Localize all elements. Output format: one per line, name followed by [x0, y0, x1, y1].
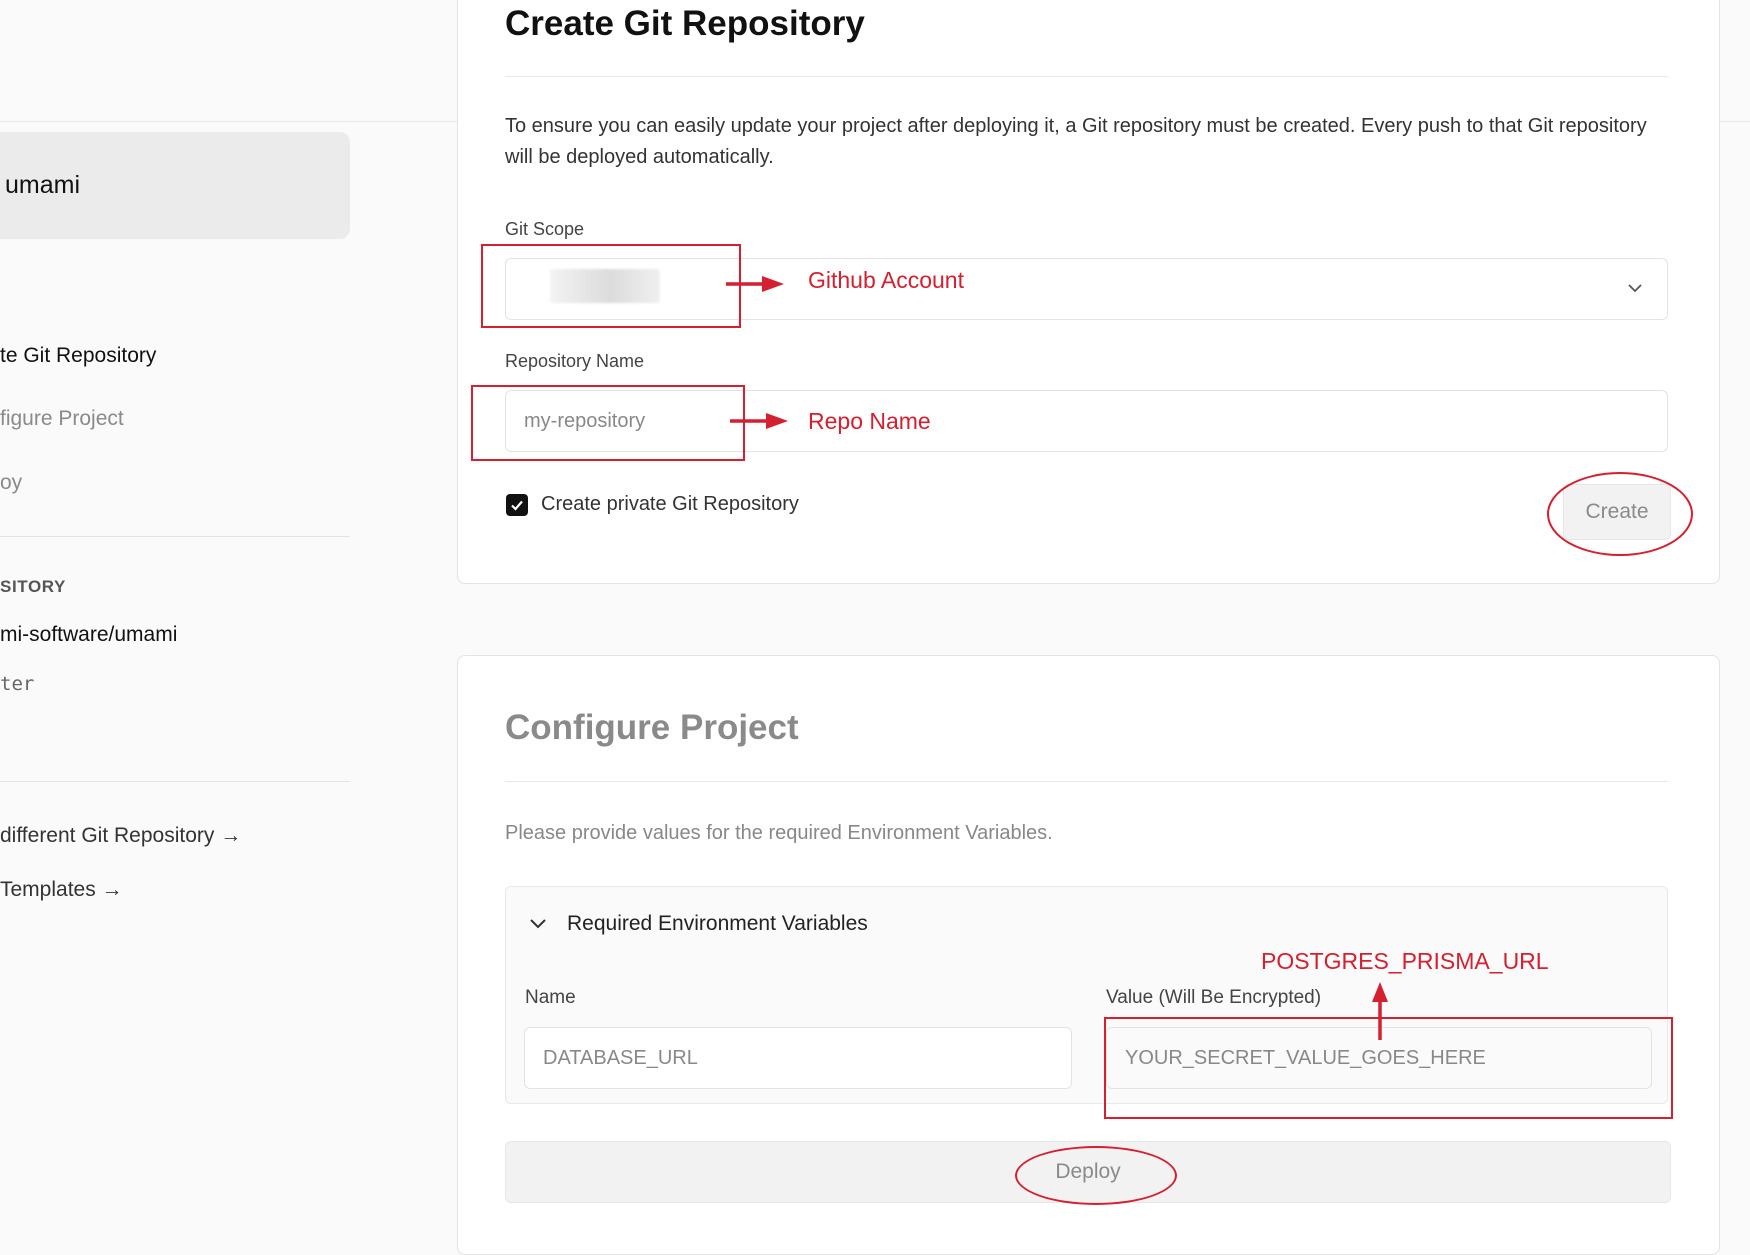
env-name-label: Name	[525, 987, 576, 1008]
annotation-box-env-value	[1104, 1017, 1673, 1119]
env-value-label: Value (Will Be Encrypted)	[1106, 987, 1322, 1008]
env-section-title[interactable]: Required Environment Variables	[567, 912, 868, 936]
import-different-repo-link[interactable]: different Git Repository →	[0, 824, 241, 848]
sidebar-divider	[0, 536, 350, 537]
repository-name: mi-software/umami	[0, 623, 178, 646]
chevron-down-icon[interactable]	[526, 911, 550, 940]
step-deploy: oy	[0, 471, 23, 494]
repository-name-label: Repository Name	[505, 351, 645, 371]
annotation-github-account: Github Account	[808, 267, 964, 293]
step-create-git-repository: te Git Repository	[0, 344, 157, 367]
configure-project-title: Configure Project	[505, 708, 799, 747]
repository-branch: ter	[0, 673, 35, 695]
sidebar-divider	[0, 781, 350, 782]
configure-project-description: Please provide values for the required E…	[505, 822, 1053, 844]
chevron-down-icon	[1624, 277, 1646, 305]
private-repo-label[interactable]: Create private Git Repository	[541, 493, 799, 516]
annotation-ellipse-create	[1547, 472, 1693, 556]
step-configure-project: figure Project	[0, 407, 124, 430]
check-icon	[511, 500, 523, 511]
header-divider-right	[1720, 121, 1750, 122]
create-repo-title: Create Git Repository	[505, 4, 865, 43]
annotation-arrow-right-icon	[728, 409, 790, 438]
browse-templates-link[interactable]: Templates →	[0, 878, 123, 902]
title-divider	[505, 76, 1668, 77]
create-repo-description: To ensure you can easily update your pro…	[505, 115, 1647, 168]
annotation-postgres-prisma-url: POSTGRES_PRISMA_URL	[1261, 948, 1549, 974]
env-name-input[interactable]: DATABASE_URL	[524, 1027, 1072, 1089]
configure-title-divider	[505, 781, 1668, 782]
project-card: umami	[0, 132, 350, 239]
project-name: umami	[5, 171, 81, 199]
env-name-value: DATABASE_URL	[543, 1046, 698, 1069]
annotation-box-git-scope	[481, 244, 741, 328]
annotation-ellipse-deploy	[1015, 1146, 1177, 1205]
annotation-box-repo-name	[471, 385, 745, 461]
annotation-arrow-right-icon	[724, 272, 786, 301]
sidebar-top-divider	[0, 121, 460, 122]
git-scope-label: Git Scope	[505, 219, 585, 239]
private-repo-checkbox[interactable]	[506, 494, 528, 516]
annotation-repo-name: Repo Name	[808, 408, 931, 434]
repository-heading: SITORY	[0, 577, 66, 596]
